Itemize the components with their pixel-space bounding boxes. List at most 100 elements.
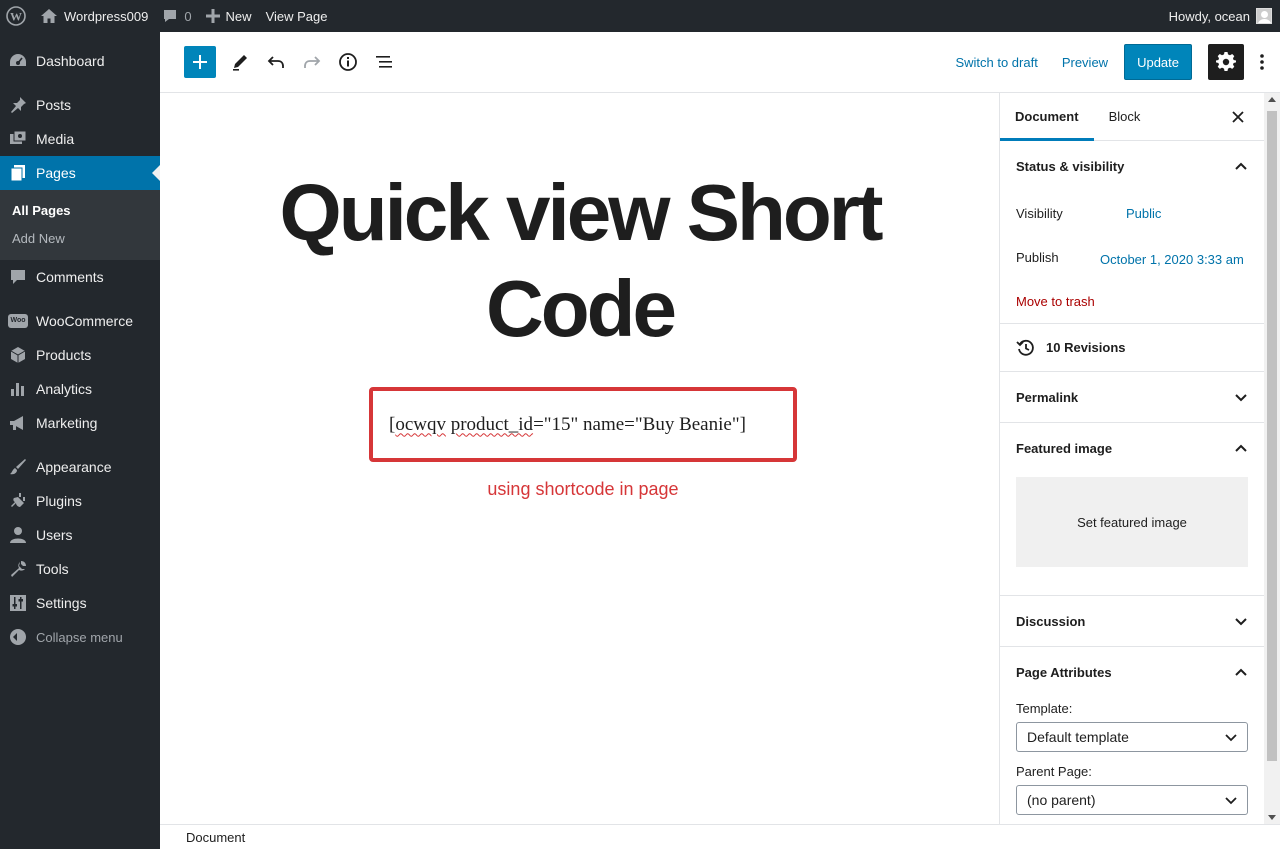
svg-text:W: W [10, 10, 22, 24]
panel-featured-image: Featured image Set featured image [1000, 423, 1264, 596]
more-tools-button[interactable] [1244, 44, 1280, 80]
home-icon [40, 8, 58, 24]
shortcode-attribute: product_id [450, 413, 534, 435]
panel-page-attributes: Page Attributes Template: Default templa… [1000, 647, 1264, 815]
woocommerce-icon: Woo [8, 311, 28, 331]
wp-logo-button[interactable]: W [0, 0, 33, 32]
pencil-icon [233, 55, 247, 71]
switch-to-draft-button[interactable]: Switch to draft [943, 55, 1049, 70]
chevron-down-icon [1225, 731, 1237, 743]
move-to-trash-button[interactable]: Move to trash [1000, 279, 1264, 323]
undo-button[interactable] [258, 44, 294, 80]
menu-woocommerce[interactable]: Woo WooCommerce [0, 304, 160, 338]
menu-tools[interactable]: Tools [0, 552, 160, 586]
menu-settings-label: Settings [36, 595, 87, 611]
add-block-button[interactable] [184, 46, 216, 78]
settings-toggle-button[interactable] [1208, 44, 1244, 80]
wordpress-logo-icon: W [6, 6, 26, 26]
menu-marketing-label: Marketing [36, 415, 98, 431]
site-name-link[interactable]: Wordpress009 [33, 0, 155, 32]
scrollbar-thumb[interactable] [1267, 111, 1277, 761]
submenu-add-new[interactable]: Add New [0, 225, 160, 253]
panel-page-attributes-toggle[interactable]: Page Attributes [1000, 647, 1264, 697]
panel-discussion-toggle[interactable]: Discussion [1000, 596, 1264, 646]
bar-chart-icon [8, 379, 28, 399]
wrench-icon [8, 559, 28, 579]
revisions-link[interactable]: 10 Revisions [1000, 324, 1264, 372]
publish-date-button[interactable]: October 1, 2020 3:33 am [1100, 248, 1244, 267]
sliders-icon [8, 593, 28, 613]
comment-count: 0 [184, 8, 192, 24]
comments-icon [8, 267, 28, 287]
panel-status-visibility-toggle[interactable]: Status & visibility [1000, 141, 1264, 191]
menu-comments-label: Comments [36, 269, 104, 285]
settings-sidebar: Document Block Status & visibility Visib… [999, 93, 1264, 824]
menu-comments[interactable]: Comments [0, 260, 160, 294]
sidebar-scrollbar[interactable] [1264, 93, 1280, 824]
collapse-menu-label: Collapse menu [36, 629, 123, 645]
panel-permalink-toggle[interactable]: Permalink [1000, 372, 1264, 422]
content-info-button[interactable] [330, 44, 366, 80]
megaphone-icon [8, 413, 28, 433]
scroll-down-arrow-icon[interactable] [1268, 815, 1276, 820]
list-outline-icon [376, 56, 392, 68]
menu-analytics[interactable]: Analytics [0, 372, 160, 406]
preview-button[interactable]: Preview [1050, 55, 1120, 70]
gear-icon [1216, 52, 1236, 71]
tab-block[interactable]: Block [1094, 93, 1156, 141]
publish-row: Publish October 1, 2020 3:33 am [1000, 235, 1264, 279]
set-featured-image-button[interactable]: Set featured image [1016, 477, 1248, 567]
menu-tools-label: Tools [36, 561, 69, 577]
new-content-link[interactable]: New [199, 0, 259, 32]
media-icon [8, 129, 28, 149]
menu-plugins[interactable]: Plugins [0, 484, 160, 518]
revisions-label: 10 Revisions [1046, 340, 1126, 355]
view-page-link[interactable]: View Page [259, 0, 335, 32]
panel-status-visibility: Status & visibility Visibility Public Pu… [1000, 141, 1264, 324]
menu-dashboard[interactable]: Dashboard [0, 44, 160, 78]
block-navigation-button[interactable] [366, 44, 402, 80]
submenu-all-pages[interactable]: All Pages [0, 197, 160, 225]
my-account-link[interactable]: Howdy, ocean [1162, 0, 1280, 32]
scroll-up-arrow-icon[interactable] [1268, 97, 1276, 102]
update-button[interactable]: Update [1124, 44, 1192, 80]
menu-settings[interactable]: Settings [0, 586, 160, 620]
panel-page-attributes-title: Page Attributes [1016, 664, 1112, 680]
howdy-text: Howdy, ocean [1168, 8, 1250, 24]
pages-submenu: All Pages Add New [0, 190, 160, 260]
menu-posts[interactable]: Posts [0, 88, 160, 122]
redo-button[interactable] [294, 44, 330, 80]
close-sidebar-button[interactable] [1224, 103, 1252, 131]
visibility-value-button[interactable]: Public [1126, 206, 1161, 221]
menu-media[interactable]: Media [0, 122, 160, 156]
chevron-up-icon [1234, 159, 1248, 173]
admin-menu: Dashboard Posts Media Pages All Pages Ad… [0, 32, 160, 849]
comments-link[interactable]: 0 [155, 0, 198, 32]
parent-page-select[interactable]: (no parent) [1016, 785, 1248, 815]
block-breadcrumb[interactable]: Document [186, 830, 245, 845]
collapse-menu-button[interactable]: Collapse menu [0, 620, 160, 654]
pushpin-icon [8, 95, 28, 115]
menu-appearance-label: Appearance [36, 459, 112, 475]
panel-featured-image-toggle[interactable]: Featured image [1000, 423, 1264, 473]
vertical-ellipsis-icon [1260, 54, 1264, 70]
woo-badge: Woo [8, 314, 28, 328]
menu-marketing[interactable]: Marketing [0, 406, 160, 440]
menu-appearance[interactable]: Appearance [0, 450, 160, 484]
template-select[interactable]: Default template [1016, 722, 1248, 752]
paintbrush-icon [8, 457, 28, 477]
menu-pages[interactable]: Pages [0, 156, 160, 190]
redo-icon [304, 56, 321, 68]
tab-document[interactable]: Document [1000, 93, 1094, 141]
menu-users[interactable]: Users [0, 518, 160, 552]
archive-box-icon [8, 345, 28, 365]
post-title[interactable]: Quick view Short Code [220, 165, 940, 357]
info-icon [339, 53, 357, 71]
view-page-label: View Page [265, 8, 328, 24]
menu-products[interactable]: Products [0, 338, 160, 372]
panel-featured-image-title: Featured image [1016, 440, 1113, 456]
shortcode-block[interactable]: [ocwqv product_id="15" name="Buy Beanie"… [369, 387, 797, 462]
chevron-down-icon [1234, 614, 1248, 628]
tools-button[interactable] [222, 44, 258, 80]
user-icon [8, 525, 28, 545]
